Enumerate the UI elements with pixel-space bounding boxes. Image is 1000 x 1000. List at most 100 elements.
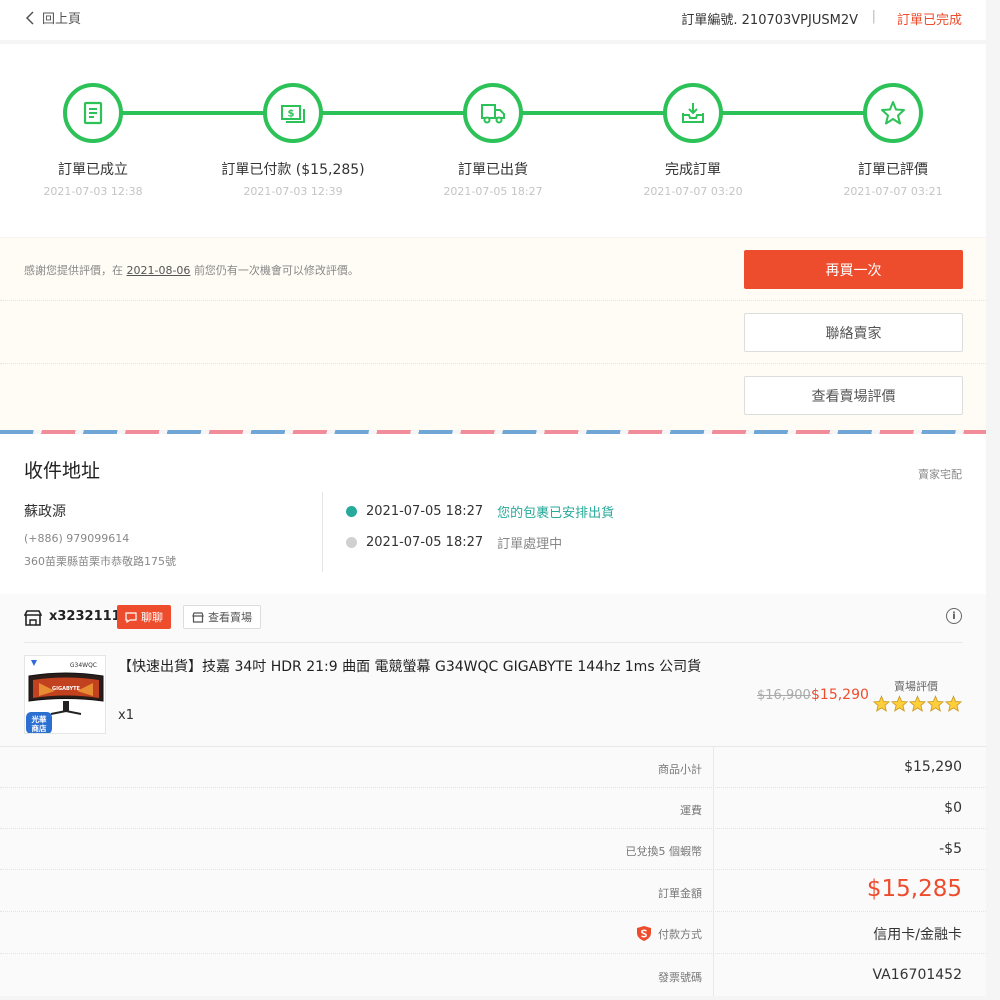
step-time: 2021-07-05 18:27: [443, 185, 543, 198]
tracking-entry: 2021-07-05 18:27 訂單處理中: [346, 533, 562, 552]
contact-seller-button[interactable]: 聯絡賣家: [744, 313, 963, 352]
step-label: 訂單已出貨: [458, 162, 528, 178]
order-actions: 感謝您提供評價，在 2021-08-06 前您仍有一次機會可以修改評價。 再買一…: [0, 238, 986, 430]
shipping-address: 收件地址 賣家宅配 蘇政源 (+886) 979099614 360苗栗縣苗栗市…: [0, 434, 986, 594]
shop-icon: [24, 610, 42, 626]
tracking-dot: [346, 537, 357, 548]
star-filled-icon: [873, 695, 890, 712]
info-icon[interactable]: i: [946, 608, 962, 624]
summary-divider: [713, 954, 714, 996]
tracking-time: 2021-07-05 18:27: [366, 504, 484, 519]
summary-row-invoice: 發票號碼 VA16701452: [0, 954, 986, 996]
summary-value: $15,290: [904, 759, 962, 775]
rating-stars: [873, 695, 962, 712]
summary-row-coins: 已兌換5 個蝦幣 -$5: [0, 829, 986, 870]
store-icon: [192, 611, 204, 623]
review-deadline-date: 2021-08-06: [126, 264, 191, 277]
chat-icon: [125, 611, 137, 623]
step-time: 2021-07-03 12:39: [243, 185, 343, 198]
step-label: 訂單已付款 ($15,285): [221, 162, 365, 178]
tracking-time: 2021-07-05 18:27: [366, 535, 484, 550]
star-filled-icon: [891, 695, 908, 712]
progress-step-rated: 訂單已評價 2021-07-07 03:21: [793, 83, 993, 198]
back-link[interactable]: 回上頁: [24, 8, 81, 27]
progress-step-shipped: 訂單已出貨 2021-07-05 18:27: [393, 83, 593, 198]
payment-method-value: 信用卡/金融卡: [873, 927, 962, 943]
step-time: 2021-07-07 03:20: [643, 185, 743, 198]
summary-divider: [713, 829, 714, 869]
step-time: 2021-07-03 12:38: [43, 185, 143, 198]
step-circle: [463, 83, 523, 143]
summary-divider: [713, 870, 714, 911]
star-filled-icon: [909, 695, 926, 712]
summary-label: 訂單金額: [658, 887, 702, 900]
sale-price: $15,290: [811, 687, 869, 703]
tracking-text: 您的包裹已安排出貨: [497, 506, 615, 521]
step-circle: [63, 83, 123, 143]
review-note-suffix: 前您仍有一次機會可以修改評價。: [193, 264, 359, 277]
summary-row-shipping: 運費 $0: [0, 788, 986, 829]
summary-label: 發票號碼: [658, 971, 702, 984]
shield-payment-icon: [637, 926, 651, 941]
summary-label-payment: 付款方式: [636, 925, 702, 942]
order-id: 訂單編號. 210703VPJUSM2V: [681, 13, 858, 28]
thumb-brand-text: GIGABYTE: [52, 686, 81, 692]
thumb-model-text: G34WQC: [70, 662, 97, 669]
tracking-entry: 2021-07-05 18:27 您的包裹已安排出貨: [346, 502, 614, 521]
svg-text:$: $: [288, 109, 295, 120]
chat-button[interactable]: 聊聊: [117, 605, 171, 629]
money-icon: $: [281, 105, 305, 123]
buy-again-button[interactable]: 再買一次: [744, 250, 963, 289]
summary-row-payment: 付款方式 信用卡/金融卡: [0, 912, 986, 954]
address-divider: [322, 492, 323, 572]
order-header: 回上頁 訂單編號. 210703VPJUSM2V | 訂單已完成: [0, 0, 986, 40]
step-label: 訂單已成立: [58, 162, 128, 178]
view-shop-button[interactable]: 查看賣場: [183, 605, 261, 629]
summary-divider: [713, 747, 714, 787]
chat-label: 聊聊: [141, 611, 163, 624]
progress-step-paid: $ 訂單已付款 ($15,285) 2021-07-03 12:39: [193, 83, 393, 198]
shop-rating-label: 賣場評價: [894, 680, 938, 693]
step-circle: $: [263, 83, 323, 143]
review-note-prefix: 感謝您提供評價，在: [24, 264, 123, 277]
invoice-number: VA16701452: [872, 967, 962, 983]
summary-value: -$5: [939, 841, 962, 857]
receiver-address: 360苗栗縣苗栗市恭敬路175號: [24, 555, 176, 568]
summary-row-subtotal: 商品小計 $15,290: [0, 747, 986, 788]
original-price: $16,900: [757, 688, 811, 703]
thumb-badge-line2: 商店: [32, 723, 47, 733]
review-note: 感謝您提供評價，在 2021-08-06 前您仍有一次機會可以修改評價。: [24, 262, 359, 278]
summary-divider: [713, 912, 714, 953]
product-title[interactable]: 【快速出貨】技嘉 34吋 HDR 21:9 曲面 電競螢幕 G34WQC GIG…: [118, 656, 748, 678]
step-label: 訂單已評價: [858, 162, 928, 178]
product-quantity: x1: [118, 708, 134, 723]
address-title: 收件地址: [24, 460, 101, 482]
summary-label: 運費: [680, 804, 702, 817]
inbox-download-icon: [682, 103, 704, 123]
star-filled-icon: [927, 695, 944, 712]
action-row: 查看賣場評價: [0, 364, 986, 427]
order-status: 訂單已完成: [896, 13, 962, 28]
summary-label: 已兌換5 個蝦幣: [625, 845, 703, 858]
action-row: 感謝您提供評價，在 2021-08-06 前您仍有一次機會可以修改評價。 再買一…: [0, 238, 986, 301]
carrier-label: 賣家宅配: [918, 468, 962, 481]
order-progress: 訂單已成立 2021-07-03 12:38 $ 訂單已付款 ($15,285)…: [0, 44, 986, 237]
product-thumbnail[interactable]: G34WQC GIGABYTE 光華 商店: [24, 655, 106, 734]
shop-separator: [24, 642, 963, 643]
step-label: 完成訂單: [665, 162, 721, 178]
progress-step-created: 訂單已成立 2021-07-03 12:38: [0, 83, 193, 198]
shop-name[interactable]: x3232111: [49, 609, 121, 624]
view-shop-label: 查看賣場: [208, 611, 252, 624]
header-divider: |: [871, 9, 876, 24]
star-filled-icon: [945, 695, 962, 712]
tracking-text: 訂單處理中: [497, 537, 563, 552]
view-shop-rating-button[interactable]: 查看賣場評價: [744, 376, 963, 415]
step-circle: [863, 83, 923, 143]
summary-label: 商品小計: [658, 763, 702, 776]
shop-section: x3232111 聊聊 查看賣場 i G34WQC GIGABYTE 光華 商店…: [0, 594, 986, 746]
receipt-icon: [83, 101, 103, 125]
thumb-badge-line1: 光華: [31, 714, 47, 724]
receiver-name: 蘇政源: [24, 504, 66, 520]
tracking-dot: [346, 506, 357, 517]
monitor-image: G34WQC GIGABYTE 光華 商店: [25, 656, 105, 733]
